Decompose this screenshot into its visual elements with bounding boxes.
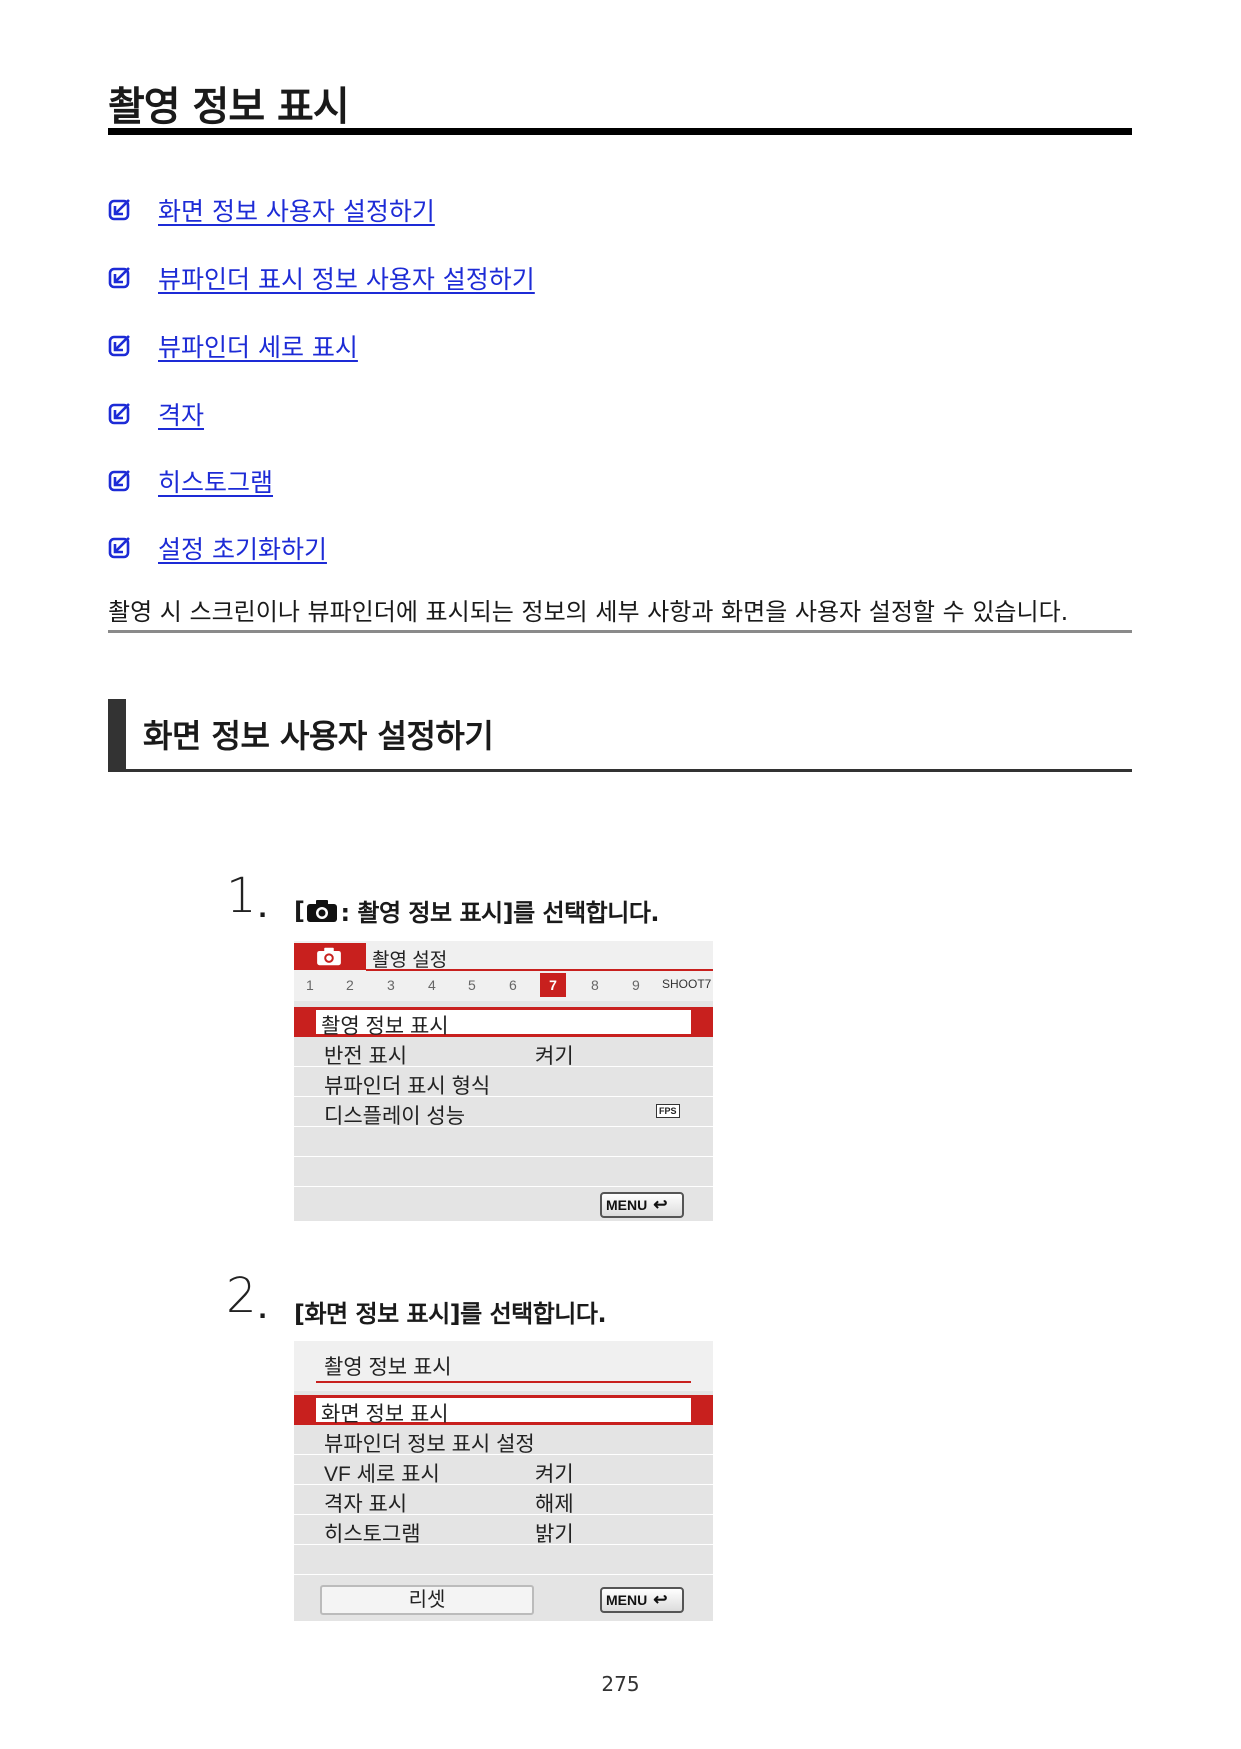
step-dot: . xyxy=(258,895,268,923)
tab-number-active[interactable]: 7 xyxy=(540,973,566,997)
camera-icon xyxy=(307,899,338,922)
section-bar xyxy=(108,699,126,772)
link-screen-info[interactable]: 화면 정보 사용자 설정하기 xyxy=(158,192,435,228)
menu-row[interactable]: 반전 표시 켜기 xyxy=(294,1037,713,1068)
menu-row-label: 화면 정보 표시 xyxy=(321,1403,449,1426)
intro-text: 촬영 시 스크린이나 뷰파인더에 표시되는 정보의 세부 사항과 화면을 사용자… xyxy=(108,598,1069,626)
checkbox-arrow-icon xyxy=(108,267,130,289)
link-item[interactable]: 뷰파인더 표시 정보 사용자 설정하기 xyxy=(108,260,535,296)
menu-back-button[interactable]: MENU ↩ xyxy=(600,1192,684,1218)
tab-title: 촬영 설정 xyxy=(372,950,448,971)
menu-row-value: 켜기 xyxy=(535,1463,574,1486)
checkbox-arrow-icon xyxy=(108,403,130,425)
tab-code: SHOOT7 xyxy=(662,977,712,991)
screen-title-underline xyxy=(316,1381,691,1383)
step-suffix: : 촬영 정보 표시]를 선택합니다. xyxy=(340,899,660,927)
section-rule xyxy=(108,769,1132,772)
page-number: 275 xyxy=(601,1672,640,1696)
menu-row-value: 밝기 xyxy=(535,1523,574,1546)
link-item[interactable]: 화면 정보 사용자 설정하기 xyxy=(108,192,435,228)
menu-row[interactable]: 뷰파인더 표시 형식 xyxy=(294,1067,713,1098)
screen-title: 촬영 정보 표시 xyxy=(324,1356,452,1379)
checkbox-arrow-icon xyxy=(108,335,130,357)
step-prefix: [ xyxy=(294,896,305,925)
link-item[interactable]: 히스토그램 xyxy=(108,463,273,499)
menu-row-selected[interactable]: 촬영 정보 표시 xyxy=(294,1007,713,1038)
camera-menu-screen-2: 촬영 정보 표시 화면 정보 표시 뷰파인더 정보 표시 설정 VF 세로 표시… xyxy=(294,1341,713,1621)
step-instruction: [화면 정보 표시]를 선택합니다. xyxy=(294,1300,607,1328)
return-icon: ↩ xyxy=(653,1590,668,1609)
tab-number[interactable]: 1 xyxy=(306,977,314,993)
shoot-tab[interactable] xyxy=(294,943,366,970)
camera-icon xyxy=(317,947,341,966)
menu-row-label: 반전 표시 xyxy=(324,1045,408,1068)
link-grid[interactable]: 격자 xyxy=(158,396,204,432)
step-number: 1 xyxy=(226,868,257,924)
checkbox-arrow-icon xyxy=(108,199,130,221)
menu-button-label: MENU xyxy=(606,1592,648,1608)
menu-row-label: 촬영 정보 표시 xyxy=(321,1015,449,1038)
tab-number[interactable]: 9 xyxy=(632,977,640,993)
menu-row-value: 해제 xyxy=(535,1493,574,1516)
menu-row-label: 뷰파인더 표시 형식 xyxy=(324,1075,491,1098)
step-dot: . xyxy=(258,1296,268,1324)
menu-row-value: 켜기 xyxy=(535,1045,574,1068)
menu-row[interactable]: 히스토그램 밝기 xyxy=(294,1515,713,1546)
checkbox-arrow-icon xyxy=(108,470,130,492)
link-item[interactable]: 뷰파인더 세로 표시 xyxy=(108,328,358,364)
page-title: 촬영 정보 표시 xyxy=(108,84,350,130)
tab-number[interactable]: 5 xyxy=(468,977,476,993)
menu-row-empty xyxy=(294,1545,713,1575)
link-viewfinder-vertical[interactable]: 뷰파인더 세로 표시 xyxy=(158,328,358,364)
intro-rule xyxy=(108,630,1132,633)
tab-number-row: 1 2 3 4 5 6 7 8 9 SHOOT7 xyxy=(294,973,713,997)
link-reset-settings[interactable]: 설정 초기화하기 xyxy=(158,530,327,566)
link-item[interactable]: 설정 초기화하기 xyxy=(108,530,327,566)
step-number: 2 xyxy=(226,1268,257,1324)
menu-row-label: 뷰파인더 정보 표시 설정 xyxy=(324,1433,535,1456)
fps-icon: FPS xyxy=(656,1104,680,1118)
link-item[interactable]: 격자 xyxy=(108,396,204,432)
title-rule xyxy=(108,128,1132,135)
tab-number[interactable]: 4 xyxy=(428,977,436,993)
step-instruction: [ : 촬영 정보 표시]를 선택합니다. xyxy=(294,893,660,928)
checkbox-arrow-icon xyxy=(108,537,130,559)
menu-button-label: MENU xyxy=(606,1197,648,1213)
menu-back-button[interactable]: MENU ↩ xyxy=(600,1587,684,1613)
tab-number[interactable]: 2 xyxy=(346,977,354,993)
camera-menu-screen-1: 촬영 설정 1 2 3 4 5 6 7 8 9 SHOOT7 촬영 정보 표시 … xyxy=(294,941,713,1221)
menu-row-label: 격자 표시 xyxy=(324,1493,408,1516)
link-viewfinder-info[interactable]: 뷰파인더 표시 정보 사용자 설정하기 xyxy=(158,260,535,296)
menu-row-selected[interactable]: 화면 정보 표시 xyxy=(294,1395,713,1426)
tab-number[interactable]: 8 xyxy=(591,977,599,993)
tab-number[interactable]: 3 xyxy=(387,977,395,993)
return-icon: ↩ xyxy=(653,1195,668,1214)
menu-row-label: 디스플레이 성능 xyxy=(324,1105,466,1128)
menu-row[interactable]: 격자 표시 해제 xyxy=(294,1485,713,1516)
tab-underline xyxy=(366,969,713,971)
menu-row-label: 히스토그램 xyxy=(324,1523,421,1546)
section-title: 화면 정보 사용자 설정하기 xyxy=(143,717,494,755)
menu-row[interactable]: 디스플레이 성능 FPS xyxy=(294,1097,713,1128)
tab-number[interactable]: 6 xyxy=(509,977,517,993)
menu-row-empty xyxy=(294,1127,713,1157)
link-histogram[interactable]: 히스토그램 xyxy=(158,463,273,499)
menu-row[interactable]: 뷰파인더 정보 표시 설정 xyxy=(294,1425,713,1456)
reset-button[interactable]: 리셋 xyxy=(320,1585,534,1615)
menu-row-empty xyxy=(294,1157,713,1187)
menu-row-label: VF 세로 표시 xyxy=(324,1463,440,1486)
menu-row[interactable]: VF 세로 표시 켜기 xyxy=(294,1455,713,1486)
